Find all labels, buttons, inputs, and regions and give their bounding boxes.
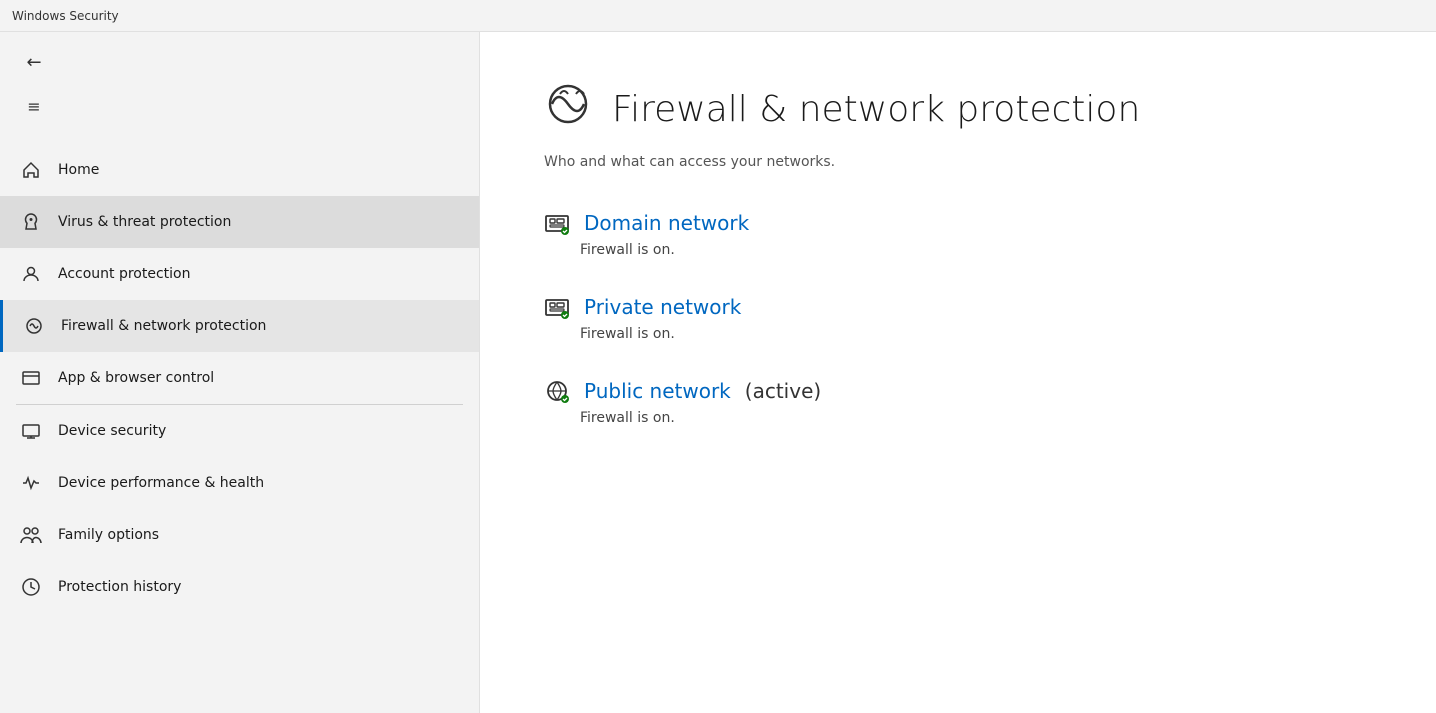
- sidebar-item-devicehealth-label: Device performance & health: [58, 474, 264, 492]
- public-network-link-row: Public network (active): [544, 378, 1372, 404]
- public-network-name[interactable]: Public network: [584, 379, 731, 403]
- domain-network-name[interactable]: Domain network: [584, 211, 749, 235]
- hamburger-icon: ≡: [27, 97, 40, 116]
- public-network-status: Firewall is on.: [580, 410, 1372, 426]
- page-subtitle: Who and what can access your networks.: [544, 154, 1372, 170]
- devicesecurity-icon: [20, 420, 42, 442]
- sidebar-item-firewall-label: Firewall & network protection: [61, 317, 266, 335]
- sidebar-item-family-label: Family options: [58, 526, 159, 544]
- app-container: ← ≡ Home: [0, 32, 1436, 713]
- main-content: Firewall & network protection Who and wh…: [480, 32, 1436, 713]
- sidebar-top: ← ≡: [0, 32, 479, 136]
- title-bar: Windows Security: [0, 0, 1436, 32]
- private-network-status: Firewall is on.: [580, 326, 1372, 342]
- sidebar-item-virus-label: Virus & threat protection: [58, 213, 231, 231]
- sidebar-item-devicehealth[interactable]: Device performance & health: [0, 457, 479, 509]
- domain-network-link-row: Domain network: [544, 210, 1372, 236]
- history-icon: [20, 576, 42, 598]
- sidebar-item-home-label: Home: [58, 161, 99, 179]
- page-title: Firewall & network protection: [612, 89, 1140, 130]
- nav-items: Home Virus & threat protection: [0, 144, 479, 613]
- sidebar-item-appbrowser-label: App & browser control: [58, 369, 214, 387]
- page-header: Firewall & network protection: [544, 80, 1372, 138]
- title-bar-label: Windows Security: [12, 9, 119, 23]
- sidebar-item-virus[interactable]: Virus & threat protection: [0, 196, 479, 248]
- back-icon: ←: [26, 52, 41, 73]
- sidebar-item-firewall[interactable]: Firewall & network protection: [0, 300, 479, 352]
- public-network-active-label: (active): [745, 379, 821, 403]
- sidebar-item-devicesecurity-label: Device security: [58, 422, 166, 440]
- family-icon: [20, 524, 42, 546]
- domain-network-status: Firewall is on.: [580, 242, 1372, 258]
- sidebar-item-home[interactable]: Home: [0, 144, 479, 196]
- devicehealth-icon: [20, 472, 42, 494]
- appbrowser-icon: [20, 367, 42, 389]
- private-network-section: Private network Firewall is on.: [544, 294, 1372, 342]
- private-network-icon: [544, 294, 570, 320]
- sidebar: ← ≡ Home: [0, 32, 480, 713]
- sidebar-item-account-label: Account protection: [58, 265, 191, 283]
- back-button[interactable]: ←: [16, 44, 52, 80]
- sidebar-item-appbrowser[interactable]: App & browser control: [0, 352, 479, 404]
- sidebar-item-devicesecurity[interactable]: Device security: [0, 405, 479, 457]
- page-title-icon: [544, 80, 592, 138]
- public-network-icon: [544, 378, 570, 404]
- sidebar-item-history-label: Protection history: [58, 578, 181, 596]
- private-network-link-row: Private network: [544, 294, 1372, 320]
- sidebar-item-family[interactable]: Family options: [0, 509, 479, 561]
- firewall-icon: [23, 315, 45, 337]
- account-icon: [20, 263, 42, 285]
- sidebar-item-history[interactable]: Protection history: [0, 561, 479, 613]
- public-network-section: Public network (active) Firewall is on.: [544, 378, 1372, 426]
- home-icon: [20, 159, 42, 181]
- domain-network-section: Domain network Firewall is on.: [544, 210, 1372, 258]
- private-network-name[interactable]: Private network: [584, 295, 741, 319]
- hamburger-button[interactable]: ≡: [16, 88, 52, 124]
- virus-icon: [20, 211, 42, 233]
- domain-network-icon: [544, 210, 570, 236]
- sidebar-item-account[interactable]: Account protection: [0, 248, 479, 300]
